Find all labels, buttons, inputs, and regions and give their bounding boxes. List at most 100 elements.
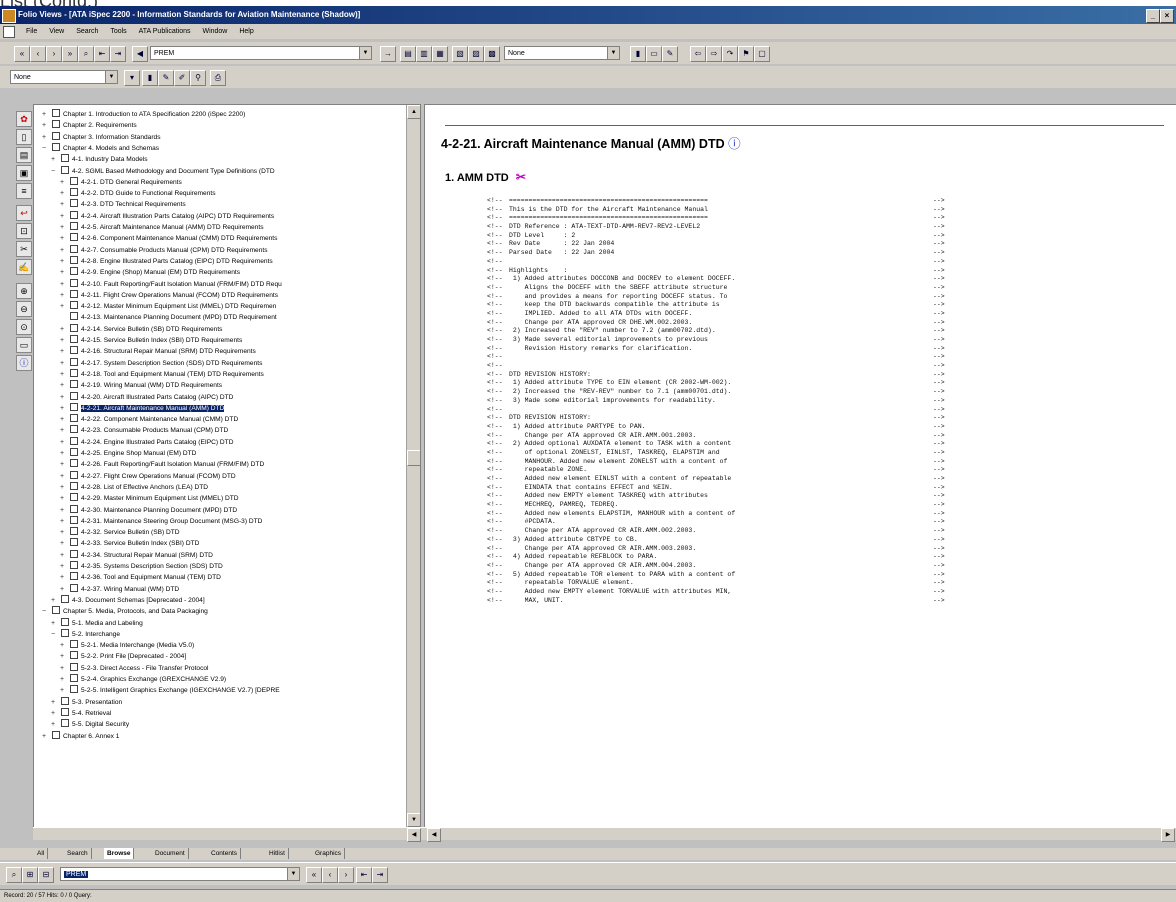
checkbox-icon[interactable] <box>70 662 78 671</box>
popup-icon[interactable]: ▣ <box>16 165 32 181</box>
expand-icon[interactable]: + <box>42 110 52 119</box>
bold-icon[interactable]: ▮ <box>142 70 158 86</box>
tree-item[interactable]: +4-2-4. Aircraft Illustration Parts Cata… <box>60 210 274 221</box>
scroll-left-icon[interactable]: ◀ <box>407 828 421 842</box>
binoculars-icon[interactable]: ⌕ <box>78 46 94 62</box>
underline-icon[interactable]: ▭ <box>646 46 662 62</box>
expand-icon[interactable]: + <box>60 438 70 447</box>
print-icon[interactable]: ⎙ <box>210 70 226 86</box>
tree-item[interactable]: +4-1. Industry Data Models <box>51 154 148 163</box>
list-icon[interactable]: ≡ <box>16 183 32 199</box>
checkbox-icon[interactable] <box>70 561 78 569</box>
expand-icon[interactable]: + <box>60 381 70 390</box>
tree-item[interactable]: +5-5. Digital Security <box>51 719 129 728</box>
collapse-icon[interactable]: − <box>51 630 61 639</box>
content-vertical-scrollbar[interactable] <box>1164 105 1176 814</box>
expand-icon[interactable]: + <box>60 641 70 650</box>
checkbox-icon[interactable] <box>70 504 78 513</box>
expand-icon[interactable]: + <box>60 200 70 209</box>
highlight-combo[interactable]: None ▼ <box>10 70 118 84</box>
scroll-right-icon[interactable]: ▶ <box>1161 828 1175 842</box>
query-input[interactable]: PREM ▼ <box>60 867 300 881</box>
back-arrow-icon[interactable]: ◀ <box>132 46 148 62</box>
checkbox-icon[interactable] <box>70 301 78 310</box>
tree-item[interactable]: − 5-2. Interchange <box>51 628 120 639</box>
next-section-icon[interactable]: › <box>46 46 62 62</box>
expand-icon[interactable]: + <box>51 596 61 605</box>
info-icon[interactable]: ⓘ <box>16 355 32 371</box>
expand-icon[interactable]: + <box>51 155 61 164</box>
table-icon[interactable]: ▨ <box>468 46 484 62</box>
minimize-icon[interactable]: _ <box>1146 9 1160 23</box>
tree-item[interactable]: +4-2-15. Service Bulletin Index (SBI) DT… <box>60 335 242 344</box>
collapse-icon[interactable]: − <box>42 607 52 616</box>
checkbox-icon[interactable] <box>70 481 78 490</box>
close-icon[interactable]: × <box>1160 9 1174 23</box>
checkbox-icon[interactable] <box>70 188 78 197</box>
tree-item[interactable]: +4-2-1. DTD General Requirements <box>60 176 182 186</box>
zoom-icon[interactable]: ⊙ <box>16 319 32 335</box>
expand-icon[interactable]: + <box>51 720 61 729</box>
chevron-down-icon[interactable]: ▼ <box>105 71 117 83</box>
tree-item[interactable]: +4-2-11. Flight Crew Operations Manual (… <box>60 289 278 299</box>
expand-icon[interactable]: + <box>60 573 70 582</box>
checkbox-icon[interactable] <box>61 707 69 716</box>
tree-item[interactable]: − 4-2. SGML Based Methodology and Documen… <box>51 165 275 175</box>
tree-item[interactable]: +4-2-22. Component Maintenance Manual (C… <box>60 414 238 423</box>
tree-item[interactable]: +4-2-30. Maintenance Planning Document (… <box>60 504 237 514</box>
expand-icon[interactable]: + <box>60 246 70 255</box>
expand-icon[interactable]: + <box>60 234 70 243</box>
tab-contents[interactable]: Contents <box>208 848 242 859</box>
tree-item[interactable]: +5-2-3. Direct Access - File Transfer Pr… <box>60 662 209 672</box>
checkbox-icon[interactable] <box>70 414 78 423</box>
checkbox-icon[interactable] <box>70 233 78 242</box>
link-icon[interactable]: ⚲ <box>190 70 206 86</box>
document-view-icon[interactable]: ▧ <box>452 46 468 62</box>
jump-icon[interactable]: ↷ <box>722 46 738 62</box>
checkbox-icon[interactable] <box>70 335 78 343</box>
prev-doc-hit-icon[interactable]: ⇤ <box>356 867 372 883</box>
checkbox-icon[interactable] <box>70 391 78 400</box>
expand-icon[interactable]: + <box>60 539 70 548</box>
pencil-icon[interactable]: ✎ <box>158 70 174 86</box>
scissors-icon[interactable]: ✂ <box>16 241 32 257</box>
tab-document[interactable]: Document <box>152 848 189 859</box>
zoom-out-icon[interactable]: ⊖ <box>16 301 32 317</box>
expand-icon[interactable]: + <box>42 121 52 130</box>
checkbox-icon[interactable] <box>70 368 78 377</box>
note-icon[interactable]: ▤ <box>16 147 32 163</box>
checkbox-icon[interactable] <box>52 606 60 615</box>
checkbox-icon[interactable] <box>70 572 78 581</box>
next-hit-icon[interactable]: › <box>338 867 354 883</box>
prev-section-icon[interactable]: ‹ <box>30 46 46 62</box>
tree-item[interactable]: − Chapter 4. Models and Schemas <box>42 142 159 152</box>
tree-item[interactable]: +4-2-29. Master Minimum Equipment List (… <box>60 493 239 502</box>
rose-icon[interactable]: ✿ <box>16 111 32 127</box>
back-icon[interactable]: ⇦ <box>690 46 706 62</box>
checkbox-icon[interactable] <box>70 549 78 558</box>
menu-view[interactable]: View <box>44 24 69 39</box>
expand-icon[interactable]: + <box>60 359 70 368</box>
expand-icon[interactable]: + <box>42 133 52 142</box>
expand-icon[interactable]: + <box>60 212 70 221</box>
expand-icon[interactable]: + <box>60 449 70 458</box>
chevron-down-icon[interactable]: ▼ <box>287 868 299 880</box>
tree-item[interactable]: +5-2-1. Media Interchange (Media V5.0) <box>60 640 194 649</box>
first-record-icon[interactable]: « <box>14 46 30 62</box>
expand-icon[interactable]: + <box>60 370 70 379</box>
outline-icon[interactable]: ▤ <box>400 46 416 62</box>
tree-item[interactable]: +4-2-2. DTD Guide to Functional Requirem… <box>60 188 216 197</box>
expand-icon[interactable]: + <box>51 709 61 718</box>
graphic-link-icon[interactable]: ✂ <box>516 170 526 184</box>
expand-icon[interactable]: + <box>60 652 70 661</box>
tree-item[interactable]: +4-2-6. Component Maintenance Manual (CM… <box>60 233 277 242</box>
tree-item[interactable]: + Chapter 3. Information Standards <box>42 131 161 142</box>
ruler-icon[interactable]: ▭ <box>16 337 32 353</box>
prev-hit-icon[interactable]: ⇤ <box>94 46 110 62</box>
tree-item[interactable]: +4-2-14. Service Bulletin (SB) DTD Requi… <box>60 323 222 333</box>
tree-item[interactable]: +5-1. Media and Labeling <box>51 617 143 627</box>
checkbox-icon[interactable] <box>70 199 78 208</box>
dropdown-icon[interactable]: ▾ <box>124 70 140 86</box>
checkbox-icon[interactable] <box>70 459 78 468</box>
checkbox-icon[interactable] <box>70 425 78 434</box>
